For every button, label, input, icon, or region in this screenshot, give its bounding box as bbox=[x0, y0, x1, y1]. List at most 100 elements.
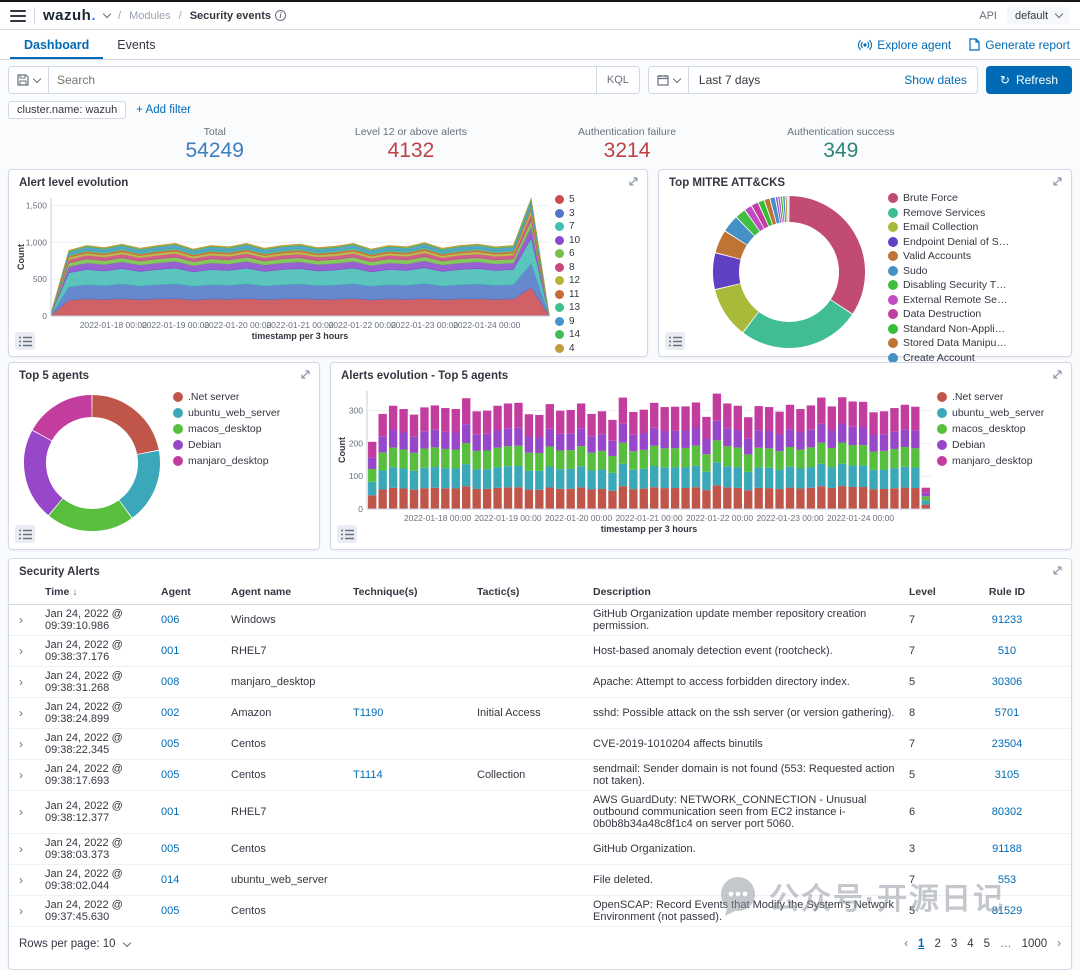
search-input[interactable] bbox=[49, 73, 596, 87]
date-range-value[interactable]: Last 7 days bbox=[689, 73, 894, 87]
rows-per-page-select[interactable]: Rows per page: 10 bbox=[19, 938, 131, 950]
prev-page-button[interactable]: ‹ bbox=[904, 938, 908, 950]
legend-item[interactable]: .Net server bbox=[173, 391, 303, 403]
legend-item[interactable]: 5 bbox=[555, 194, 599, 205]
page-button-1[interactable]: 1 bbox=[918, 938, 924, 950]
legend-item[interactable]: 7 bbox=[555, 221, 599, 232]
page-button-1000[interactable]: 1000 bbox=[1022, 938, 1048, 950]
rule-id-link[interactable]: 80302 bbox=[992, 806, 1023, 818]
bar-chart[interactable]: 0 100 200 300 2022-01-18 00:00 2022-01-19 00:… bbox=[337, 383, 937, 535]
expand-icon[interactable] bbox=[1052, 369, 1063, 383]
legend-item[interactable]: Debian bbox=[173, 439, 303, 451]
rule-id-link[interactable]: 5701 bbox=[995, 707, 1019, 719]
rule-id-link[interactable]: 23504 bbox=[992, 738, 1023, 750]
legend-item[interactable]: macos_desktop bbox=[173, 423, 303, 435]
expand-row-icon[interactable]: › bbox=[19, 768, 45, 782]
expand-icon[interactable] bbox=[1052, 176, 1063, 190]
agent-link[interactable]: 005 bbox=[161, 843, 179, 855]
chevron-down-icon[interactable] bbox=[102, 9, 112, 19]
agent-link[interactable]: 006 bbox=[161, 614, 179, 626]
column-header-time[interactable]: Time ↓ bbox=[45, 586, 161, 598]
generate-report-button[interactable]: Generate report bbox=[969, 38, 1070, 52]
sort-desc-icon[interactable]: ↓ bbox=[69, 586, 77, 598]
menu-icon[interactable] bbox=[10, 9, 26, 22]
refresh-button[interactable]: ↻ Refresh bbox=[985, 66, 1072, 94]
column-header-technique-s-[interactable]: Technique(s) bbox=[353, 586, 477, 598]
agent-link[interactable]: 001 bbox=[161, 806, 179, 818]
expand-icon[interactable] bbox=[628, 176, 639, 190]
expand-row-icon[interactable]: › bbox=[19, 706, 45, 720]
area-chart[interactable]: 0 500 1,000 1,500 2022-01-18 00:002022-01-19… bbox=[15, 190, 555, 342]
breadcrumb-modules[interactable]: Modules bbox=[129, 10, 171, 22]
page-button-5[interactable]: 5 bbox=[984, 938, 990, 950]
column-header-agent[interactable]: Agent bbox=[161, 586, 231, 598]
legend-item[interactable]: 12 bbox=[555, 275, 599, 286]
expand-row-icon[interactable]: › bbox=[19, 805, 45, 819]
legend-item[interactable]: External Remote Se… bbox=[888, 294, 1026, 306]
legend-item[interactable]: 4 bbox=[555, 343, 599, 354]
legend-toggle-button[interactable] bbox=[15, 525, 35, 543]
page-button-2[interactable]: 2 bbox=[934, 938, 940, 950]
agent-link[interactable]: 002 bbox=[161, 707, 179, 719]
agent-link[interactable]: 014 bbox=[161, 874, 179, 886]
legend-item[interactable]: Disabling Security T… bbox=[888, 279, 1026, 291]
legend-item[interactable]: ubuntu_web_server bbox=[937, 407, 1057, 419]
expand-row-icon[interactable]: › bbox=[19, 613, 45, 627]
rule-id-link[interactable]: 30306 bbox=[992, 676, 1023, 688]
legend-item[interactable]: Debian bbox=[937, 439, 1057, 451]
legend-item[interactable]: 9 bbox=[555, 316, 599, 327]
legend-item[interactable]: 14 bbox=[555, 329, 599, 340]
legend-item[interactable]: 13 bbox=[555, 302, 599, 313]
legend-toggle-button[interactable] bbox=[337, 525, 357, 543]
expand-icon[interactable] bbox=[300, 369, 311, 383]
legend-item[interactable]: Standard Non-Appli… bbox=[888, 323, 1026, 335]
mitre-donut-chart[interactable] bbox=[704, 190, 874, 352]
legend-item[interactable]: 8 bbox=[555, 262, 599, 273]
legend-toggle-button[interactable] bbox=[15, 332, 35, 350]
tab-events[interactable]: Events bbox=[103, 30, 169, 59]
legend-item[interactable]: 11 bbox=[555, 289, 599, 300]
column-header-tactic-s-[interactable]: Tactic(s) bbox=[477, 586, 593, 598]
tab-dashboard[interactable]: Dashboard bbox=[10, 30, 103, 59]
legend-item[interactable]: .Net server bbox=[937, 391, 1057, 403]
expand-row-icon[interactable]: › bbox=[19, 644, 45, 658]
expand-icon[interactable] bbox=[1052, 565, 1063, 579]
technique-link[interactable]: T1114 bbox=[353, 769, 383, 781]
agents-donut-chart[interactable] bbox=[17, 383, 167, 541]
rule-id-link[interactable]: 81529 bbox=[992, 905, 1023, 917]
agent-link[interactable]: 005 bbox=[161, 769, 179, 781]
legend-item[interactable]: 3 bbox=[555, 208, 599, 219]
column-header-level[interactable]: Level bbox=[909, 586, 953, 598]
expand-row-icon[interactable]: › bbox=[19, 904, 45, 918]
rule-id-link[interactable]: 91233 bbox=[992, 614, 1023, 626]
legend-item[interactable]: 10 bbox=[555, 235, 599, 246]
expand-row-icon[interactable]: › bbox=[19, 842, 45, 856]
saved-query-button[interactable] bbox=[9, 67, 49, 93]
filter-pill-cluster-name[interactable]: cluster.name: wazuh bbox=[8, 100, 127, 119]
legend-item[interactable]: Email Collection bbox=[888, 221, 1026, 233]
explore-agent-button[interactable]: Explore agent bbox=[858, 38, 951, 52]
legend-item[interactable]: Remove Services bbox=[888, 207, 1026, 219]
column-header-agent-name[interactable]: Agent name bbox=[231, 586, 353, 598]
info-icon[interactable]: i bbox=[275, 10, 287, 21]
rule-id-link[interactable]: 553 bbox=[998, 874, 1016, 886]
agent-link[interactable]: 005 bbox=[161, 905, 179, 917]
expand-row-icon[interactable]: › bbox=[19, 675, 45, 689]
legend-toggle-button[interactable] bbox=[665, 332, 685, 350]
api-select[interactable]: default bbox=[1006, 6, 1070, 25]
page-button-4[interactable]: 4 bbox=[967, 938, 973, 950]
show-dates-link[interactable]: Show dates bbox=[894, 73, 977, 87]
technique-link[interactable]: T1190 bbox=[353, 707, 383, 719]
page-button-3[interactable]: 3 bbox=[951, 938, 957, 950]
expand-row-icon[interactable]: › bbox=[19, 873, 45, 887]
calendar-button[interactable] bbox=[649, 67, 689, 93]
wazuh-logo[interactable]: wazuh. bbox=[43, 7, 96, 24]
legend-item[interactable]: Valid Accounts bbox=[888, 250, 1026, 262]
legend-item[interactable]: ubuntu_web_server bbox=[173, 407, 303, 419]
expand-row-icon[interactable]: › bbox=[19, 737, 45, 751]
legend-item[interactable]: Endpoint Denial of S… bbox=[888, 236, 1026, 248]
agent-link[interactable]: 005 bbox=[161, 738, 179, 750]
rule-id-link[interactable]: 3105 bbox=[995, 769, 1019, 781]
rule-id-link[interactable]: 91188 bbox=[992, 843, 1022, 855]
legend-item[interactable]: macos_desktop bbox=[937, 423, 1057, 435]
